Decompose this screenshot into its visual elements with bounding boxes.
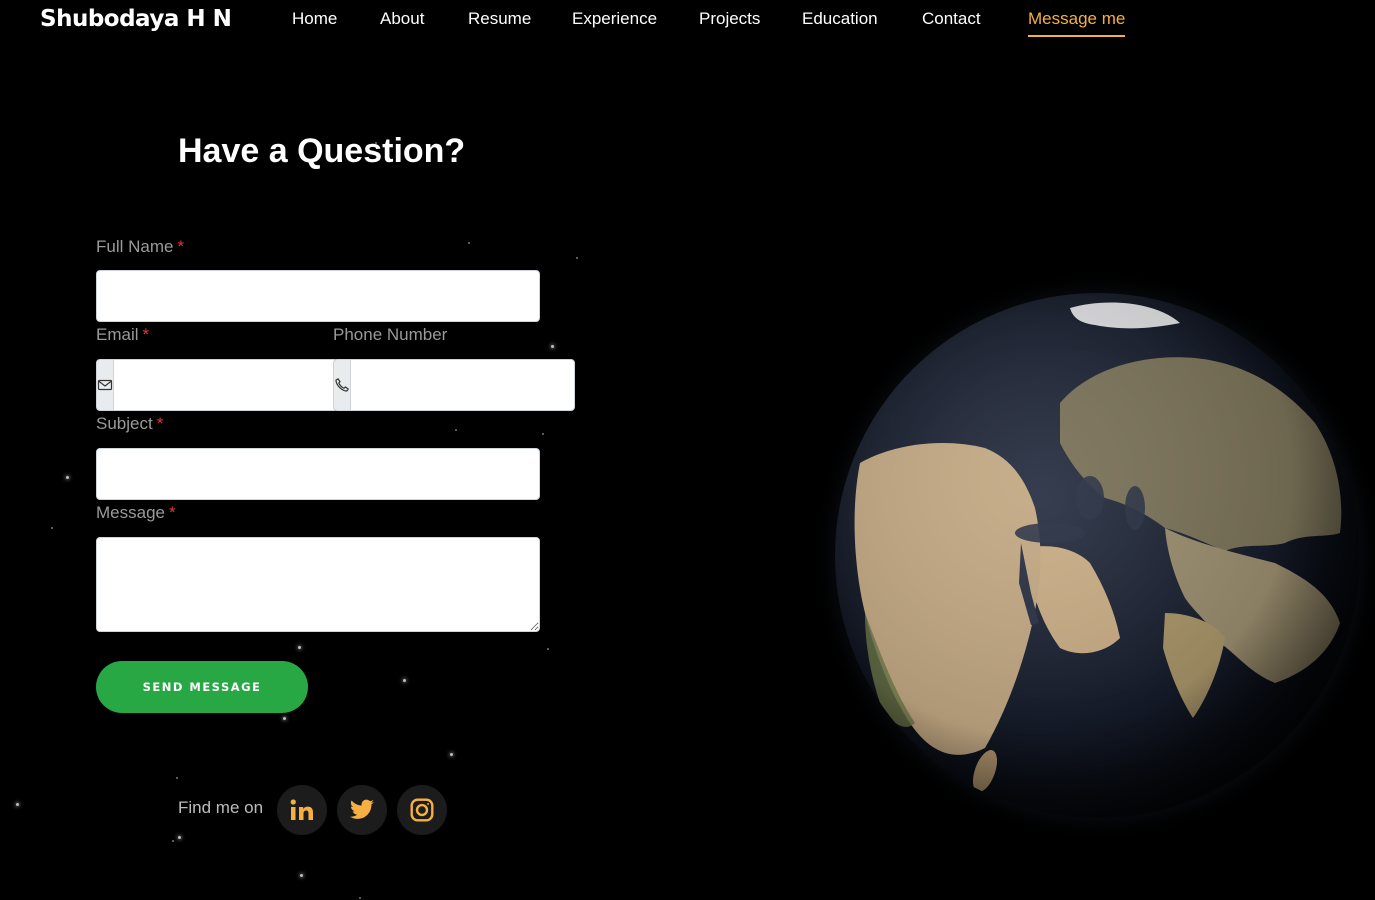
- nav-item-message-me[interactable]: Message me: [1028, 9, 1126, 37]
- page: Shubodaya H N Home About Resume Experien…: [0, 0, 1375, 900]
- nav-item-resume[interactable]: Resume: [468, 9, 531, 35]
- twitter-icon: [350, 799, 374, 819]
- nav-item-education[interactable]: Education: [802, 9, 878, 35]
- email-field[interactable]: [113, 359, 338, 411]
- message-label-text: Message: [96, 503, 165, 522]
- required-mark: *: [156, 414, 164, 433]
- nav-item-contact[interactable]: Contact: [922, 9, 981, 35]
- full-name-field[interactable]: [96, 270, 540, 322]
- nav-item-experience[interactable]: Experience: [572, 9, 657, 35]
- phone-label: Phone Number: [333, 325, 447, 345]
- required-mark: *: [177, 237, 185, 256]
- phone-input-group: [333, 359, 575, 411]
- linkedin-icon: [290, 799, 313, 820]
- nav-item-projects[interactable]: Projects: [699, 9, 760, 35]
- earth-globe-image: [835, 293, 1360, 818]
- required-mark: *: [168, 503, 176, 522]
- instagram-link[interactable]: [397, 785, 447, 835]
- nav-item-about[interactable]: About: [380, 9, 424, 35]
- subject-label-text: Subject: [96, 414, 153, 433]
- full-name-label: Full Name *: [96, 237, 184, 257]
- linkedin-link[interactable]: [277, 785, 327, 835]
- brand-logo[interactable]: Shubodaya H N: [40, 6, 232, 32]
- send-message-button[interactable]: SEND MESSAGE: [96, 661, 308, 713]
- subject-label: Subject *: [96, 414, 163, 434]
- instagram-icon: [410, 798, 434, 822]
- phone-icon: [333, 359, 350, 411]
- full-name-label-text: Full Name: [96, 237, 174, 256]
- form-heading: Have a Question?: [178, 132, 466, 170]
- phone-field[interactable]: [350, 359, 575, 411]
- required-mark: *: [142, 325, 150, 344]
- phone-label-text: Phone Number: [333, 325, 448, 344]
- email-label-text: Email: [96, 325, 139, 344]
- twitter-link[interactable]: [337, 785, 387, 835]
- subject-field[interactable]: [96, 448, 540, 500]
- nav-item-home[interactable]: Home: [292, 9, 337, 35]
- email-label: Email *: [96, 325, 149, 345]
- email-input-group: [96, 359, 338, 411]
- find-me-label: Find me on: [178, 798, 264, 817]
- message-label: Message *: [96, 503, 176, 523]
- envelope-icon: [96, 359, 113, 411]
- message-field[interactable]: [96, 537, 540, 632]
